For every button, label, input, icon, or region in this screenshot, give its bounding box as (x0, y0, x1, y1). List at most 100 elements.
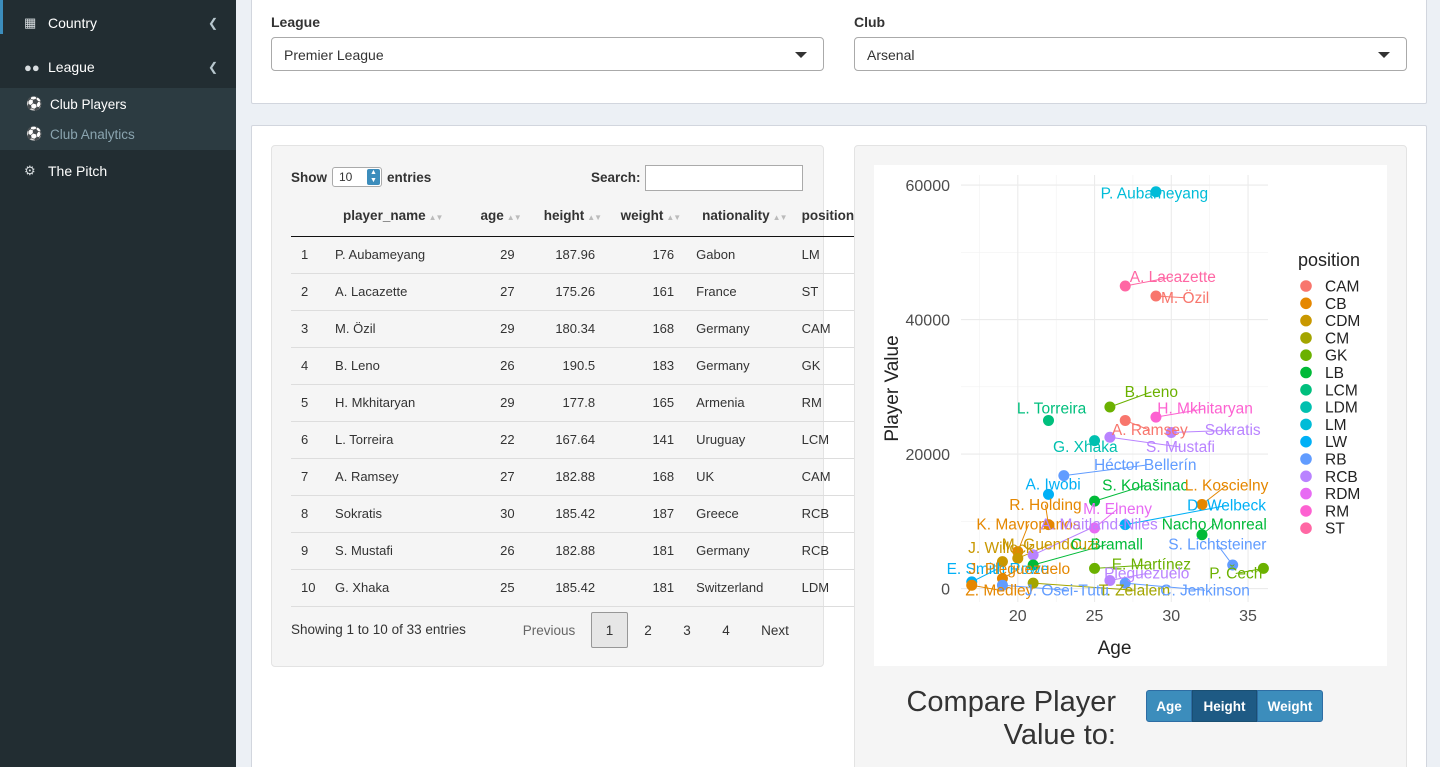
map-icon: ▦ (24, 15, 37, 30)
entries-select[interactable]: 10 ▲ ▼ (332, 167, 382, 187)
legend-key (1300, 280, 1312, 292)
search-label: Search: (591, 170, 641, 185)
cell-nationality: Armenia (682, 384, 790, 422)
legend-label: ST (1325, 521, 1345, 538)
compare-age-button[interactable]: Age (1146, 690, 1192, 722)
cell-age: 22 (460, 421, 523, 459)
table-row: 1 P. Aubameyang 29 187.96 176 Gabon LM (291, 236, 854, 274)
sidebar-item-club-players[interactable]: ⚽ Club Players (0, 90, 236, 118)
legend-key (1300, 401, 1312, 413)
header-age[interactable]: age ▲▼ (460, 196, 523, 237)
header-weight[interactable]: weight ▲▼ (603, 196, 683, 237)
search-input[interactable] (645, 165, 803, 191)
cell-index: 5 (291, 384, 328, 422)
sidebar-item-league[interactable]: ●● League ❮ (0, 50, 236, 84)
sidebar-item-label: Club Analytics (50, 126, 135, 142)
legend-label: LDM (1325, 400, 1358, 417)
legend-label: CB (1325, 296, 1347, 313)
data-label: H. Mkhitaryan (1157, 401, 1253, 418)
legend-key (1300, 470, 1312, 483)
table-row: 8 Sokratis 30 185.42 187 Greece RCB (291, 495, 854, 533)
cell-position: LM (789, 236, 854, 274)
sidebar-item-the-pitch[interactable]: ⚙ The Pitch (0, 154, 236, 188)
legend-label: RDM (1325, 486, 1360, 503)
data-point (1104, 401, 1116, 413)
cell-index: 2 (291, 273, 328, 311)
sidebar-item-country[interactable]: ▦ Country ❮ (0, 6, 236, 40)
cell-position: CAM (789, 310, 854, 348)
cell-position: RCB (789, 532, 854, 570)
data-label: Héctor Bellerín (1094, 457, 1197, 474)
table-row: 5 H. Mkhitaryan 29 177.8 165 Armenia RM (291, 384, 854, 422)
cell-nationality: Germany (682, 347, 790, 385)
sidebar-item-label: Club Players (50, 96, 127, 112)
entries-label: entries (387, 169, 432, 185)
chevron-left-icon: ❮ (207, 16, 218, 30)
cell-nationality: Greece (682, 495, 790, 533)
cell-index: 8 (291, 495, 328, 533)
table-row: 9 S. Mustafi 26 182.88 181 Germany RCB (291, 532, 854, 570)
header-height[interactable]: height ▲▼ (522, 196, 604, 237)
cell-age: 29 (460, 310, 523, 348)
header-nationality[interactable]: nationality ▲▼ (682, 196, 790, 237)
sort-icon: ▲▼ (428, 213, 444, 223)
x-tick-label: 25 (1086, 608, 1104, 625)
compare-button-group: Age Height Weight (1146, 690, 1323, 722)
data-label: M. Özil (1161, 289, 1209, 307)
pagination-page-3[interactable]: 3 (669, 612, 705, 648)
cell-player-name: M. Özil (327, 310, 461, 348)
caret-down-icon (1378, 52, 1390, 58)
pagination-page-1[interactable]: 1 (591, 612, 628, 648)
data-label: D. Welbeck (1187, 498, 1266, 515)
club-select[interactable]: Arsenal (854, 37, 1407, 71)
data-label: L. Koscielny (1185, 477, 1269, 494)
cell-age: 30 (460, 495, 523, 533)
compare-height-button[interactable]: Height (1192, 690, 1257, 722)
legend-key (1300, 384, 1312, 396)
compare-weight-button[interactable]: Weight (1257, 690, 1323, 722)
data-label: J. Pleguezuelo (968, 561, 1070, 578)
chevron-left-icon: ❮ (207, 60, 218, 74)
data-label: Z. Medley (965, 582, 1033, 599)
cell-index: 1 (291, 236, 328, 274)
header-position[interactable]: position▲▼ (789, 196, 854, 237)
cell-weight: 165 (603, 384, 683, 422)
pagination-next[interactable]: Next (750, 612, 800, 648)
pagination-page-2[interactable]: 2 (630, 612, 666, 648)
cell-index: 4 (291, 347, 328, 385)
y-tick-label: 40000 (906, 313, 951, 330)
legend-key (1300, 332, 1312, 344)
data-label: C. Bramall (1071, 537, 1143, 554)
data-label: L. Torreira (1017, 401, 1087, 418)
cell-age: 29 (460, 236, 523, 274)
cell-index: 9 (291, 532, 328, 570)
club-label: Club (854, 14, 886, 30)
pagination-previous[interactable]: Previous (512, 612, 586, 648)
sidebar-item-club-analytics[interactable]: ⚽ Club Analytics (0, 120, 236, 148)
sort-icon: ▲▼ (587, 213, 602, 223)
legend-label: CDM (1325, 313, 1360, 330)
cell-index: 7 (291, 458, 328, 496)
league-select[interactable]: Premier League (271, 37, 824, 71)
data-label: A. Lacazette (1130, 269, 1216, 286)
data-label: Nacho Monreal (1162, 516, 1267, 533)
data-label: J. Osei-Tutu (1025, 582, 1109, 599)
cell-height: 180.34 (522, 310, 604, 348)
cell-player-name: L. Torreira (327, 421, 461, 459)
header-player-name[interactable]: player_name ▲▼ (327, 196, 461, 237)
legend-key (1300, 418, 1312, 431)
cell-index: 3 (291, 310, 328, 348)
cell-position: RM (789, 384, 854, 422)
players-table: player_name ▲▼ age ▲▼ height ▲▼ weight ▲▼ na… (291, 196, 854, 607)
legend-label: GK (1325, 348, 1348, 365)
players-table-wrap: player_name ▲▼ age ▲▼ height ▲▼ weight ▲▼ na… (291, 196, 854, 607)
cell-player-name: Sokratis (327, 495, 461, 533)
sort-icon: ▲▼ (666, 213, 681, 223)
data-label: S. Lichtsteiner (1168, 537, 1266, 554)
legend-key (1300, 349, 1312, 361)
sidebar-item-label: Country (48, 15, 98, 31)
futbol-icon: ⚽ (26, 96, 43, 111)
cell-age: 27 (460, 273, 523, 311)
pagination-page-4[interactable]: 4 (708, 612, 744, 648)
legend-label: RB (1325, 452, 1347, 469)
